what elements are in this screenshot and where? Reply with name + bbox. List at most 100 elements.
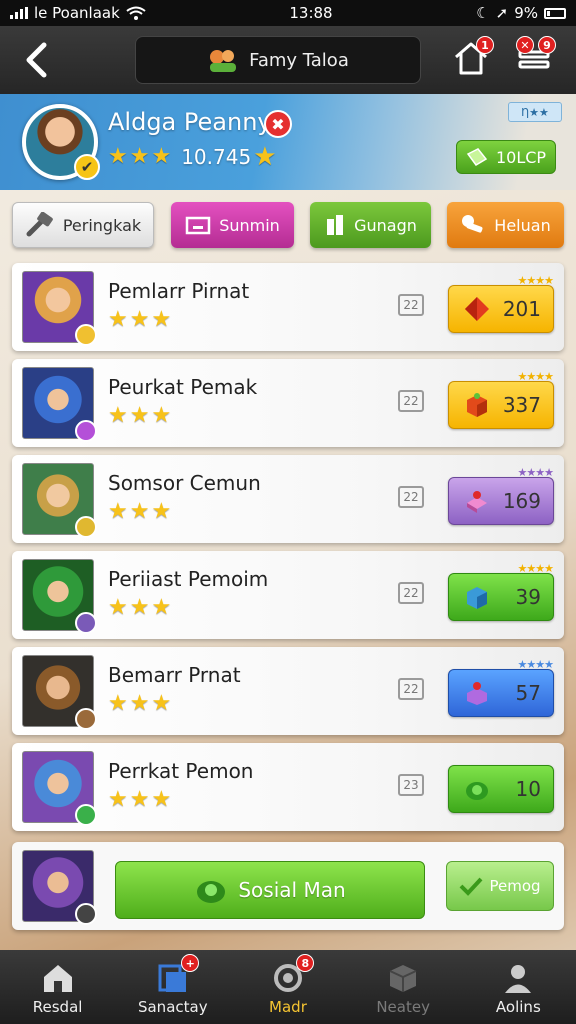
home-badge: 1 — [476, 36, 494, 54]
back-button[interactable] — [16, 38, 56, 82]
reward-stars: ★★★★ — [517, 466, 554, 479]
level-badge: 22 — [398, 486, 424, 508]
nav-item-resdal[interactable]: Resdal — [0, 950, 115, 1024]
hero-stars: ★ ★ ★ — [108, 693, 171, 715]
class-emblem-icon — [75, 324, 97, 346]
slime-icon — [466, 782, 488, 800]
reward-button[interactable]: ★★★★ 39 — [448, 562, 554, 621]
star-icon: ★ — [108, 144, 128, 169]
hero-stars: ★ ★ ★ — [108, 501, 171, 523]
hero-portrait — [22, 751, 97, 826]
hero-stars: ★ ★ ★ — [108, 405, 171, 427]
reward-button[interactable]: ★★★★ 201 — [448, 274, 554, 333]
tab-label: Gunagn — [354, 215, 417, 235]
player-name: Aldga Peanny — [108, 108, 272, 136]
building-icon — [327, 215, 344, 235]
list-item[interactable]: Periiast Pemoim ★ ★ ★ 22 ★★★★ 39 — [12, 551, 564, 639]
hero-name: Perrkat Pemon — [108, 759, 254, 783]
list-item[interactable]: Pemlarr Pirnat ★ ★ ★ 22 ★★★★ 201 — [12, 263, 564, 351]
star-icon: ★ — [151, 307, 172, 332]
close-icon[interactable]: ✖ — [264, 110, 292, 138]
hero-name: Somsor Cemun — [108, 471, 261, 495]
star-icon: ★ — [129, 403, 150, 428]
tab-guild[interactable]: Gunagn — [310, 202, 431, 248]
verified-icon: ✔ — [74, 154, 100, 180]
level-badge: 22 — [398, 582, 424, 604]
reward-button[interactable]: ★★★★ 337 — [448, 370, 554, 429]
hero-portrait — [22, 367, 97, 442]
reward-button[interactable]: ★★★★ 57 — [448, 658, 554, 717]
nav-item-neatey[interactable]: Neatey — [346, 950, 461, 1024]
hero-portrait — [22, 463, 97, 538]
family-icon — [210, 50, 237, 72]
rank-tag: Ƞ★★ — [508, 102, 562, 122]
menu-badge: 9 — [538, 36, 556, 54]
home-button[interactable]: 1 — [452, 36, 496, 82]
check-icon — [460, 877, 483, 896]
reward-value: 10 — [515, 777, 541, 801]
tab-label: Heluan — [494, 215, 551, 235]
hero-name: Bemarr Prnat — [108, 663, 241, 687]
class-emblem-icon — [75, 516, 97, 538]
list-item[interactable]: Peurkat Pemak ★ ★ ★ 22 ★★★★ 337 — [12, 359, 564, 447]
page-title-pill: Famy Taloa — [135, 36, 421, 84]
moon-icon: ☾ — [476, 4, 490, 22]
reward-stars: ★★★★ — [517, 562, 554, 575]
list-item[interactable]: Somsor Cemun ★ ★ ★ 22 ★★★★ 169 — [12, 455, 564, 543]
social-button[interactable]: Sosial Man — [115, 861, 425, 919]
level-badge: 22 — [398, 678, 424, 700]
status-bar: le Poanlaak 13:88 ☾ ➚ 9% — [0, 0, 576, 26]
hero-name: Pemlarr Pirnat — [108, 279, 250, 303]
star-icon: ★ — [151, 787, 172, 812]
reward-button[interactable]: 10 — [448, 765, 554, 813]
currency-button[interactable]: 10LCP — [456, 140, 556, 174]
hero-portrait — [22, 850, 97, 925]
hero-portrait — [22, 655, 97, 730]
battery-icon — [543, 7, 566, 19]
menu-button[interactable]: ✕ 9 — [516, 36, 560, 82]
box-icon — [389, 965, 417, 992]
star-icon: ★ — [151, 595, 172, 620]
player-avatar[interactable]: ✔ — [22, 104, 100, 180]
star-icon: ★ — [108, 691, 128, 716]
star-icon: ★ — [129, 307, 150, 332]
currency-label: 10LCP — [495, 147, 547, 167]
nav-label: Neatey — [376, 998, 430, 1016]
reward-button[interactable]: ★★★★ 169 — [448, 466, 554, 525]
nav-item-aolins[interactable]: Aolins — [461, 950, 576, 1024]
home-icon — [43, 965, 72, 992]
nav-label: Resdal — [32, 998, 83, 1016]
hero-name: Periiast Pemoim — [108, 567, 269, 591]
nav-label: Sanactay — [137, 998, 208, 1016]
wifi-icon — [126, 6, 146, 20]
reward-stars: ★★★★ — [517, 274, 554, 287]
reward-stars: ★★★★ — [517, 370, 554, 383]
nav-item-madr[interactable]: 8 Madr — [230, 950, 345, 1024]
hero-stars: ★ ★ ★ — [108, 789, 171, 811]
reward-value: 201 — [502, 297, 541, 321]
star-icon: ★ — [108, 499, 128, 524]
star-icon: ★ — [129, 595, 150, 620]
tab-summon[interactable]: Sunmin — [171, 202, 294, 248]
star-icon: ★ — [108, 307, 128, 332]
location-icon: ➚ — [495, 4, 509, 22]
secondary-button[interactable]: Pemog — [446, 861, 554, 911]
reward-value: 57 — [515, 681, 541, 705]
level-badge: 23 — [398, 774, 424, 796]
nav-item-sanactay[interactable]: + Sanactay — [115, 950, 230, 1024]
clock: 13:88 — [289, 4, 333, 22]
reward-value: 39 — [515, 585, 541, 609]
hero-portrait — [22, 559, 97, 634]
list-item[interactable]: Perrkat Pemon ★ ★ ★ 23 10 — [12, 743, 564, 831]
tab-ranking[interactable]: Peringkak — [12, 202, 154, 248]
star-icon: ★ — [108, 787, 128, 812]
battery-percent: 9% — [514, 4, 538, 22]
gem-icon — [465, 297, 489, 321]
tab-help[interactable]: Heluan — [447, 202, 564, 248]
player-rating: ★ ★ ★ 10.745 ★ — [108, 144, 277, 170]
hero-portrait — [22, 271, 97, 346]
chevron-left-icon — [26, 42, 47, 78]
nav-badge: + — [181, 954, 200, 972]
list-item[interactable]: Bemarr Prnat ★ ★ ★ 22 ★★★★ 57 — [12, 647, 564, 735]
chest-icon — [185, 216, 211, 235]
